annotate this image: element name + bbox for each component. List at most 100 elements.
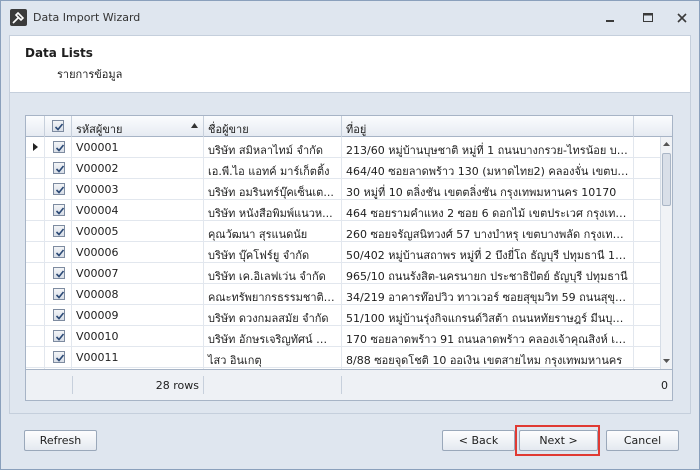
address-cell[interactable]: 30 หมู่ที่ 10 ตลิ่งชัน เขตตลิ่งชัน กรุงเ…	[342, 179, 634, 199]
summary-cell-name	[204, 376, 342, 394]
vendor-code-cell[interactable]: V00007	[72, 263, 204, 283]
vendor-name-cell[interactable]: คุณวัฒนา สุรแนดนัย	[204, 221, 342, 241]
select-all-header[interactable]	[45, 116, 72, 137]
vendor-code-cell[interactable]: V00002	[72, 158, 204, 178]
address-cell[interactable]: 8/88 ซอยจุดโชติ 10 ออเงิน เขตสายไหม กรุง…	[342, 347, 634, 367]
blank-cell	[634, 326, 660, 346]
row-select-cell[interactable]	[45, 158, 72, 178]
vendor-code-cell[interactable]: V00009	[72, 305, 204, 325]
maximize-button[interactable]	[637, 9, 659, 26]
table-row[interactable]: V00001 บริษัท สมิหลาไทม์ จำกัด 213/60 หมู่…	[26, 137, 660, 158]
table-row[interactable]: V00007 บริษัท เค.อิเลฟเว่น จำกัด 965/10 ถน…	[26, 263, 660, 284]
vendor-code-cell[interactable]: V00010	[72, 326, 204, 346]
row-indicator	[26, 179, 45, 199]
row-checkbox[interactable]	[53, 162, 65, 174]
close-button[interactable]	[671, 9, 693, 26]
row-checkbox[interactable]	[53, 204, 65, 216]
checkmark-icon	[55, 165, 65, 173]
address-cell[interactable]: 260 ซอยจรัญสนิทวงศ์ 57 บางบำหรุ เขตบางพล…	[342, 221, 634, 241]
row-select-cell[interactable]	[45, 137, 72, 157]
row-checkbox[interactable]	[53, 225, 65, 237]
vendor-code-cell[interactable]: V00003	[72, 179, 204, 199]
table-row[interactable]: V00006 บริษัท บุ๊คโฟร์ยู จำกัด 50/402 หมู่…	[26, 242, 660, 263]
refresh-button[interactable]: Refresh	[24, 430, 97, 451]
current-row-icon	[33, 143, 38, 151]
address-cell[interactable]: 50/402 หมู่บ้านสถาพร หมู่ที่ 2 บึงยี่โถ …	[342, 242, 634, 262]
address-cell[interactable]: 965/10 ถนนรังสิต-นครนายก ประชาธิปัตย์ ธั…	[342, 263, 634, 283]
column-header-address[interactable]: ที่อยู่	[342, 116, 634, 137]
vendor-name-cell[interactable]: ไสว อินเกตุ	[204, 347, 342, 367]
row-select-cell[interactable]	[45, 263, 72, 283]
vendor-code-cell[interactable]: V00006	[72, 242, 204, 262]
select-all-checkbox[interactable]	[52, 120, 64, 132]
back-button[interactable]: < Back	[442, 430, 515, 451]
column-header-vendor-code[interactable]: รหัสผู้ขาย	[72, 116, 204, 137]
address-cell[interactable]: 34/219 อาคารท๊อปวิว ทาวเวอร์ ซอยสุขุมวิท…	[342, 284, 634, 304]
vendor-name-cell[interactable]: บริษัท ดวงกมลสมัย จำกัด	[204, 305, 342, 325]
row-select-cell[interactable]	[45, 242, 72, 262]
vendor-name-cell[interactable]: บริษัท อมรินทร์บุ๊คเซ็นเต...	[204, 179, 342, 199]
row-indicator	[26, 305, 45, 325]
row-checkbox[interactable]	[53, 141, 65, 153]
minimize-button[interactable]	[599, 9, 621, 26]
address-cell[interactable]: 213/60 หมู่บ้านบุษชาติ หมู่ที่ 1 ถนนบางก…	[342, 137, 634, 157]
row-checkbox[interactable]	[53, 288, 65, 300]
row-indicator	[26, 347, 45, 367]
address-cell[interactable]: 464 ซอยรามคำแหง 2 ซอย 6 ดอกไม้ เขตประเวศ…	[342, 200, 634, 220]
table-row[interactable]: V00002 เอ.พี.ไอ แอทค์ มาร์เก็ตติ้ง 464/40 …	[26, 158, 660, 179]
summary-cell-address: 0	[661, 379, 668, 392]
row-select-cell[interactable]	[45, 347, 72, 367]
address-cell[interactable]: 464/40 ซอยลาดพร้าว 130 (มหาดไทย2) คลองจั…	[342, 158, 634, 178]
vendor-code-cell[interactable]: V00001	[72, 137, 204, 157]
row-indicator	[26, 242, 45, 262]
vendor-code-cell[interactable]: V00011	[72, 347, 204, 367]
cancel-button[interactable]: Cancel	[606, 430, 679, 451]
row-checkbox[interactable]	[53, 330, 65, 342]
blank-cell	[634, 137, 660, 157]
vendor-name-cell[interactable]: บริษัท เค.อิเลฟเว่น จำกัด	[204, 263, 342, 283]
data-grid[interactable]: รหัสผู้ขาย ชื่อผู้ขาย ที่อยู่ V00001 บริษ…	[25, 115, 673, 401]
row-checkbox[interactable]	[53, 267, 65, 279]
row-select-cell[interactable]	[45, 179, 72, 199]
blank-cell	[634, 242, 660, 262]
row-select-cell[interactable]	[45, 284, 72, 304]
row-select-cell[interactable]	[45, 200, 72, 220]
row-checkbox[interactable]	[53, 183, 65, 195]
row-indicator	[26, 263, 45, 283]
vendor-name-cell[interactable]: บริษัท บุ๊คโฟร์ยู จำกัด	[204, 242, 342, 262]
vendor-name-cell[interactable]: บริษัท อักษรเจริญทัศน์ จำกัด	[204, 326, 342, 346]
row-select-cell[interactable]	[45, 305, 72, 325]
row-select-cell[interactable]	[45, 326, 72, 346]
table-row[interactable]: V00010 บริษัท อักษรเจริญทัศน์ จำกัด 170 ซอ…	[26, 326, 660, 347]
row-checkbox[interactable]	[53, 309, 65, 321]
minimize-icon	[606, 19, 614, 22]
scroll-down-button[interactable]	[661, 355, 672, 367]
row-checkbox[interactable]	[53, 246, 65, 258]
vendor-code-cell[interactable]: V00008	[72, 284, 204, 304]
table-row[interactable]: V00009 บริษัท ดวงกมลสมัย จำกัด 51/100 หมู่…	[26, 305, 660, 326]
row-checkbox[interactable]	[53, 351, 65, 363]
vendor-code-cell[interactable]: V00005	[72, 221, 204, 241]
vendor-name-cell[interactable]: เอ.พี.ไอ แอทค์ มาร์เก็ตติ้ง	[204, 158, 342, 178]
column-header-vendor-name[interactable]: ชื่อผู้ขาย	[204, 116, 342, 137]
address-cell[interactable]: 170 ซอยลาดพร้าว 91 ถนนลาดพร้าว คลองเจ้าค…	[342, 326, 634, 346]
row-select-cell[interactable]	[45, 221, 72, 241]
scroll-up-button[interactable]	[661, 138, 672, 150]
table-row[interactable]: V00008 คณะทรัพยากรธรรมชาติ ม... 34/219 อาค…	[26, 284, 660, 305]
table-row[interactable]: V00003 บริษัท อมรินทร์บุ๊คเซ็นเต... 30 หมู…	[26, 179, 660, 200]
table-row[interactable]: V00011 ไสว อินเกตุ 8/88 ซอยจุดโชติ 10 ออเง…	[26, 347, 660, 368]
scroll-thumb[interactable]	[662, 153, 671, 206]
table-row[interactable]: V00004 บริษัท หนังสือพิมพ์แนวห... 464 ซอยร…	[26, 200, 660, 221]
vendor-name-cell[interactable]: บริษัท หนังสือพิมพ์แนวห...	[204, 200, 342, 220]
chevron-down-icon	[663, 359, 670, 363]
grid-summary-footer: 28 rows 0	[26, 369, 672, 400]
vertical-scrollbar[interactable]	[660, 137, 672, 369]
table-row[interactable]: V00005 คุณวัฒนา สุรแนดนัย 260 ซอยจรัญสนิทว…	[26, 221, 660, 242]
vendor-name-cell[interactable]: คณะทรัพยากรธรรมชาติ ม...	[204, 284, 342, 304]
vendor-name-cell[interactable]: บริษัท สมิหลาไทม์ จำกัด	[204, 137, 342, 157]
blank-cell	[634, 263, 660, 283]
vendor-code-cell[interactable]: V00004	[72, 200, 204, 220]
wizard-window: Data Import Wizard Data Lists รายการข้อม…	[0, 0, 700, 470]
address-cell[interactable]: 51/100 หมู่บ้านรุ่งกิจแกรนด์วิสต้า ถนนหท…	[342, 305, 634, 325]
grid-header: รหัสผู้ขาย ชื่อผู้ขาย ที่อยู่	[26, 116, 672, 137]
